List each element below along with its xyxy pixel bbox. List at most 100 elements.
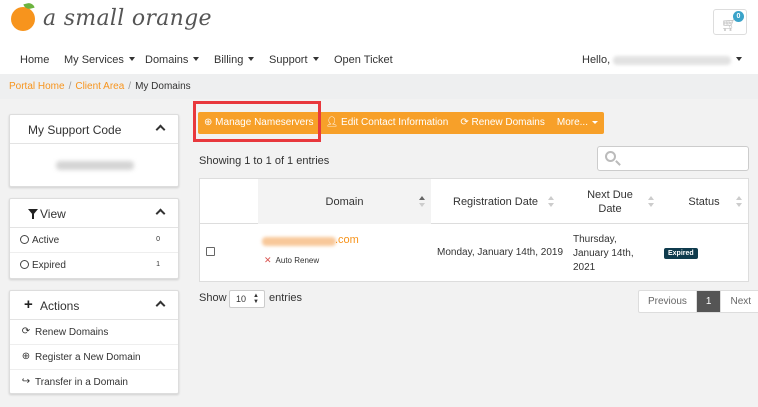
show-label: Show	[199, 292, 227, 304]
header: a small orange 🛒︎ 0	[0, 0, 758, 46]
row-checkbox[interactable]	[206, 247, 215, 256]
action-transfer-domain[interactable]: ↪ Transfer in a Domain	[10, 370, 178, 395]
nav-my-services[interactable]: My Services	[64, 54, 135, 66]
action-label: Register a New Domain	[35, 352, 141, 363]
user-menu[interactable]: Hello,	[582, 54, 743, 66]
user-icon: 👤︎	[325, 117, 342, 128]
action-renew-domains[interactable]: ⟳ Renew Domains	[10, 320, 178, 345]
auto-renew-status: ✕ Auto Renew	[264, 255, 319, 266]
actions-panel-header[interactable]: + Actions	[10, 291, 178, 320]
caret-down-icon	[736, 57, 743, 62]
updown-arrow-icon: ▲ ▼	[253, 293, 259, 305]
status-badge: Expired	[664, 248, 698, 259]
table-header-row: Domain Registration Date Next Due Date S…	[200, 179, 748, 224]
pagination-page-1[interactable]: 1	[696, 291, 722, 312]
cart-count-badge: 0	[733, 11, 744, 22]
globe-icon: ⊕	[21, 351, 31, 362]
caret-down-icon	[312, 57, 319, 62]
action-register-domain[interactable]: ⊕ Register a New Domain	[10, 345, 178, 370]
nav-label: Support	[269, 54, 308, 66]
column-header-next-due-date[interactable]: Next Due Date	[560, 179, 660, 224]
chevron-up-icon[interactable]	[155, 208, 166, 219]
sort-icon	[419, 196, 425, 208]
nav-label: My Services	[64, 54, 124, 66]
filter-count: 0	[156, 236, 160, 243]
share-icon: ↪	[21, 376, 31, 387]
showing-entries-text: Showing 1 to 1 of 1 entries	[199, 155, 330, 167]
breadcrumb-client-area[interactable]: Client Area	[75, 81, 124, 92]
plus-icon: +	[24, 296, 33, 313]
column-label: Domain	[325, 195, 364, 208]
view-filter-expired[interactable]: Expired 1	[10, 253, 178, 278]
domains-table: Domain Registration Date Next Due Date S…	[199, 178, 749, 282]
filter-count: 1	[156, 261, 160, 268]
pagination-next[interactable]: Next	[721, 291, 758, 312]
nav-open-ticket[interactable]: Open Ticket	[334, 54, 393, 66]
filter-icon-stem	[32, 214, 34, 219]
column-label: Next Due Date	[587, 188, 633, 215]
sort-icon	[548, 196, 554, 208]
radio-icon	[20, 235, 29, 244]
caret-down-icon	[128, 57, 135, 62]
cart-button[interactable]: 🛒︎ 0	[713, 9, 747, 35]
caret-down-icon	[193, 57, 200, 62]
action-label: Transfer in a Domain	[35, 377, 128, 388]
button-label: Edit Contact Information	[341, 117, 449, 128]
filter-label: Expired	[32, 260, 66, 271]
actions-panel-title: Actions	[40, 299, 80, 313]
radio-icon	[20, 260, 29, 269]
caret-down-icon	[591, 120, 598, 124]
breadcrumb-portal-home[interactable]: Portal Home	[9, 81, 65, 92]
filter-label: Active	[32, 235, 60, 246]
nav-label: Domains	[145, 54, 189, 66]
actions-panel: + Actions ⟳ Renew Domains ⊕ Register a N…	[9, 290, 179, 394]
view-panel-header[interactable]: View	[10, 199, 178, 228]
refresh-icon: ⟳	[21, 326, 31, 337]
breadcrumb-bar: Portal Home / Client Area / My Domains	[0, 74, 758, 99]
renew-domains-button[interactable]: ⟳ Renew Domains	[454, 112, 551, 134]
sort-icon	[648, 196, 654, 208]
edit-contact-button[interactable]: 👤︎ Edit Contact Information	[320, 112, 455, 134]
action-label: Renew Domains	[35, 327, 109, 338]
domain-link[interactable]: .com	[335, 234, 359, 246]
sort-icon	[736, 196, 742, 208]
page-size-select[interactable]: 10 ▲ ▼	[229, 290, 265, 308]
select-column-header	[200, 179, 258, 224]
breadcrumb-current: My Domains	[135, 81, 191, 92]
pagination: Previous 1 Next	[638, 290, 758, 313]
support-code-header[interactable]: My Support Code	[10, 115, 178, 144]
redacted-domain-name	[262, 237, 336, 246]
support-code-title: My Support Code	[28, 123, 122, 137]
column-header-status[interactable]: Status	[660, 179, 748, 224]
logo-text: a small orange	[43, 6, 212, 31]
pagination-previous[interactable]: Previous	[639, 291, 697, 312]
chevron-up-icon[interactable]	[155, 300, 166, 311]
main-nav: Home My Services Domains Billing Support…	[0, 46, 758, 74]
logo[interactable]: a small orange	[11, 1, 212, 31]
nav-home[interactable]: Home	[20, 54, 49, 66]
redacted-support-code	[56, 161, 134, 170]
button-label: More...	[556, 117, 588, 128]
nav-label: Open Ticket	[334, 54, 393, 66]
column-label: Status	[688, 195, 720, 208]
breadcrumb: Portal Home / Client Area / My Domains	[9, 81, 191, 92]
nav-support[interactable]: Support	[269, 54, 319, 66]
column-header-domain[interactable]: Domain	[258, 179, 431, 224]
view-panel: View Active 0 Expired 1	[9, 198, 179, 279]
more-button[interactable]: More...	[551, 112, 604, 134]
view-filter-active[interactable]: Active 0	[10, 228, 178, 253]
caret-down-icon	[248, 57, 255, 62]
chevron-up-icon[interactable]	[155, 124, 166, 135]
search-icon	[605, 151, 616, 162]
next-due-date: Thursday, January 14th, 2021	[573, 234, 634, 273]
support-code-panel: My Support Code	[9, 114, 179, 187]
hello-label: Hello,	[582, 54, 611, 66]
search-input[interactable]	[597, 146, 749, 171]
nav-label: Home	[20, 54, 50, 66]
nav-billing[interactable]: Billing	[214, 54, 255, 66]
orange-logo-icon	[11, 1, 35, 31]
nav-domains[interactable]: Domains	[145, 54, 200, 66]
table-row[interactable]: .com ✕ Auto Renew Monday, January 14th, 2…	[200, 225, 748, 283]
column-label: Registration Date	[453, 195, 538, 208]
column-header-registration-date[interactable]: Registration Date	[431, 179, 560, 224]
